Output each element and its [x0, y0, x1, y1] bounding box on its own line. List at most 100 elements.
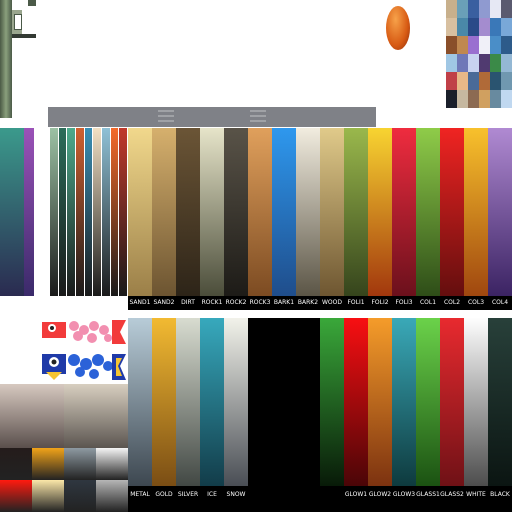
mosaic-cell [446, 72, 457, 90]
beige-gradient-left [0, 384, 64, 448]
mosaic-cell [479, 90, 490, 108]
palette-swatch [488, 128, 512, 296]
palette-label: SILVER [177, 491, 199, 498]
color-swatch [0, 480, 32, 512]
palette-swatch [368, 318, 392, 486]
mosaic-cell [490, 18, 501, 36]
mosaic-cell [457, 36, 468, 54]
color-swatch [32, 448, 64, 480]
palette-label: WHITE [466, 491, 486, 498]
palette-label: ROCK3 [249, 299, 271, 306]
palette-label: METAL [130, 491, 150, 498]
palette-swatch [392, 318, 416, 486]
mosaic-cell [490, 90, 501, 108]
orange-egg-sprite [386, 6, 410, 50]
palette-swatch [200, 318, 224, 486]
bottom-left-palette: METAL GOLD SILVER ICE SNOW [128, 318, 248, 512]
mosaic-cell [501, 90, 512, 108]
palette-swatch [416, 128, 440, 296]
mosaic-cell [457, 0, 468, 18]
palette-swatch [128, 318, 152, 486]
beige-gradient-right [64, 384, 128, 448]
mosaic-cell [479, 18, 490, 36]
mosaic-cell [490, 36, 501, 54]
mosaic-cell [479, 0, 490, 18]
palette-swatch [344, 318, 368, 486]
palette-swatch [344, 128, 368, 296]
pole-sprite [0, 0, 36, 118]
palette-swatch [152, 318, 176, 486]
bottom-right-palette: GLOW1 GLOW2 GLOW3 GLASS1 GLASS2 WHITE BLACK [320, 318, 512, 512]
palette-swatch [440, 128, 464, 296]
color-swatch [96, 448, 128, 480]
color-strip [50, 128, 58, 296]
color-swatch [32, 480, 64, 512]
mosaic-cell [490, 0, 501, 18]
mosaic-cell [501, 72, 512, 90]
mosaic-cell [457, 72, 468, 90]
palette-label: GLOW1 [344, 491, 368, 498]
color-swatch [0, 448, 32, 480]
mosaic-cell [446, 0, 457, 18]
palette-swatch [176, 318, 200, 486]
black-gap [248, 318, 320, 512]
palette-label: COL3 [467, 299, 485, 306]
palette-label: GOLD [155, 491, 173, 498]
mosaic-cell [468, 36, 479, 54]
palette-swatch [272, 128, 296, 296]
palette-label: COL2 [443, 299, 461, 306]
mosaic-cell [446, 18, 457, 36]
palette-label: SAND2 [153, 299, 175, 306]
mosaic-cell [501, 18, 512, 36]
mosaic-cell [468, 54, 479, 72]
palette-label: DIRT [181, 299, 195, 306]
palette-swatch [224, 128, 248, 296]
mosaic-cell [457, 90, 468, 108]
palette-swatch [416, 318, 440, 486]
mosaic-cell [468, 0, 479, 18]
color-strip [110, 128, 119, 296]
palette-label: ICE [207, 491, 217, 498]
mosaic-cell [468, 18, 479, 36]
mosaic-cell [479, 36, 490, 54]
palette-label: BARK1 [273, 299, 295, 306]
color-strips [50, 128, 128, 296]
mosaic-cell [490, 54, 501, 72]
color-strip [84, 128, 93, 296]
palette-swatch [176, 128, 200, 296]
palette-swatch [296, 128, 320, 296]
palette-label: GLOW3 [392, 491, 416, 498]
palette-swatch [392, 128, 416, 296]
mosaic-cell [446, 54, 457, 72]
color-mosaic [446, 0, 512, 108]
blue-koi-sprite [42, 350, 126, 384]
color-strip [102, 128, 110, 296]
green-lead-gradient [320, 318, 344, 486]
palette-label: FOLI2 [371, 299, 389, 306]
palette-label: FOLI3 [395, 299, 413, 306]
color-strip [76, 128, 84, 296]
palette-label: GLOW2 [368, 491, 392, 498]
palette-swatch [464, 318, 488, 486]
mosaic-cell [479, 72, 490, 90]
mosaic-cell [501, 54, 512, 72]
palette-label: FOLI1 [347, 299, 365, 306]
mosaic-cell [501, 36, 512, 54]
top-palette: SAND1 SAND2 DIRT ROCK1 ROCK2 ROCK3 BARK1 BARK2 W… [128, 128, 512, 310]
palette-label: SNOW [226, 491, 246, 498]
header-bar [48, 107, 376, 127]
palette-label: BARK2 [297, 299, 319, 306]
mosaic-cell [457, 54, 468, 72]
palette-swatch [152, 128, 176, 296]
palette-swatch [440, 318, 464, 486]
mosaic-cell [468, 72, 479, 90]
palette-swatch [368, 128, 392, 296]
swatch-grid [0, 448, 128, 512]
mosaic-cell [479, 54, 490, 72]
palette-swatch [464, 128, 488, 296]
color-swatch [96, 480, 128, 512]
left-teal-gradient [0, 128, 24, 296]
pink-koi-sprite [42, 318, 126, 346]
mosaic-cell [446, 36, 457, 54]
mosaic-cell [501, 0, 512, 18]
